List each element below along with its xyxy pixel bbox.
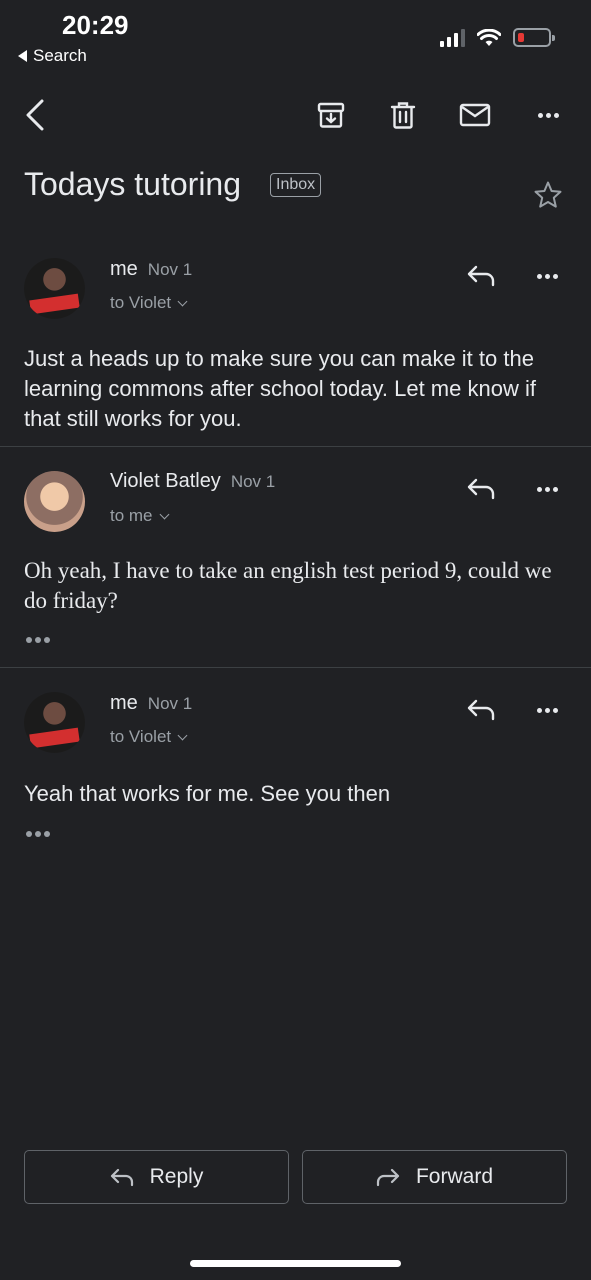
- forward-button[interactable]: Forward: [302, 1150, 567, 1204]
- recipient-text: to Violet: [110, 293, 172, 312]
- inbox-label-chip[interactable]: Inbox: [270, 173, 322, 197]
- status-time: 20:29: [62, 10, 129, 40]
- back-arrow-icon[interactable]: [18, 98, 52, 132]
- home-indicator[interactable]: [190, 1260, 401, 1267]
- sender-avatar[interactable]: [24, 471, 85, 532]
- recipient-toggle[interactable]: to Violet: [110, 293, 188, 313]
- status-icons: [440, 28, 555, 47]
- sender-name: Violet Batley: [110, 470, 221, 492]
- message-more-icon[interactable]: [537, 708, 558, 713]
- message-header[interactable]: Violet Batley Nov 1: [110, 470, 275, 493]
- wifi-icon: [477, 28, 501, 46]
- reply-icon: [110, 1168, 133, 1187]
- message-body: Yeah that works for me. See you then: [24, 781, 391, 806]
- reply-icon[interactable]: [466, 264, 496, 293]
- sender-name: me: [110, 692, 138, 714]
- recipient-toggle[interactable]: to me: [110, 506, 169, 526]
- mail-icon[interactable]: [458, 98, 492, 132]
- message-body: Just a heads up to make sure you can mak…: [24, 346, 536, 431]
- message-more-icon[interactable]: [537, 274, 558, 279]
- archive-icon[interactable]: [314, 98, 348, 132]
- back-to-search-link[interactable]: Search: [18, 46, 87, 66]
- message-header[interactable]: me Nov 1: [110, 692, 192, 715]
- toolbar: [0, 90, 591, 140]
- forward-icon: [376, 1168, 400, 1187]
- trash-icon[interactable]: [386, 98, 420, 132]
- reply-icon[interactable]: [466, 698, 496, 727]
- chevron-down-icon: [177, 296, 188, 307]
- signal-icon: [440, 28, 465, 47]
- sender-avatar[interactable]: [24, 692, 85, 753]
- email-thread-screen: 20:29 Search Todays tutoring Inbox me No…: [0, 0, 591, 1280]
- message-date: Nov 1: [147, 694, 193, 713]
- chevron-down-icon: [177, 730, 188, 741]
- sender-avatar[interactable]: [24, 258, 85, 319]
- show-trimmed-content-icon[interactable]: [26, 831, 50, 837]
- recipient-text: to me: [110, 506, 153, 525]
- message-more-icon[interactable]: [537, 487, 558, 492]
- message-date: Nov 1: [230, 472, 276, 491]
- forward-button-label: Forward: [415, 1165, 494, 1188]
- reply-button[interactable]: Reply: [24, 1150, 289, 1204]
- back-triangle-icon: [18, 50, 27, 62]
- back-to-search-label: Search: [33, 46, 87, 65]
- divider: [0, 667, 591, 668]
- divider: [0, 446, 591, 447]
- message-header[interactable]: me Nov 1: [110, 258, 192, 281]
- message-body: Oh yeah, I have to take an english test …: [24, 558, 552, 613]
- reply-button-label: Reply: [149, 1165, 204, 1188]
- thread-subject: Todays tutoring: [24, 166, 242, 202]
- reply-icon[interactable]: [466, 477, 496, 506]
- recipient-toggle[interactable]: to Violet: [110, 727, 188, 747]
- chevron-down-icon: [159, 509, 169, 520]
- sender-name: me: [110, 258, 138, 280]
- message-date: Nov 1: [147, 260, 193, 279]
- battery-icon: [513, 28, 555, 47]
- recipient-text: to Violet: [110, 727, 172, 746]
- show-trimmed-content-icon[interactable]: [26, 637, 50, 643]
- star-icon[interactable]: [533, 180, 563, 215]
- more-icon[interactable]: [531, 98, 565, 132]
